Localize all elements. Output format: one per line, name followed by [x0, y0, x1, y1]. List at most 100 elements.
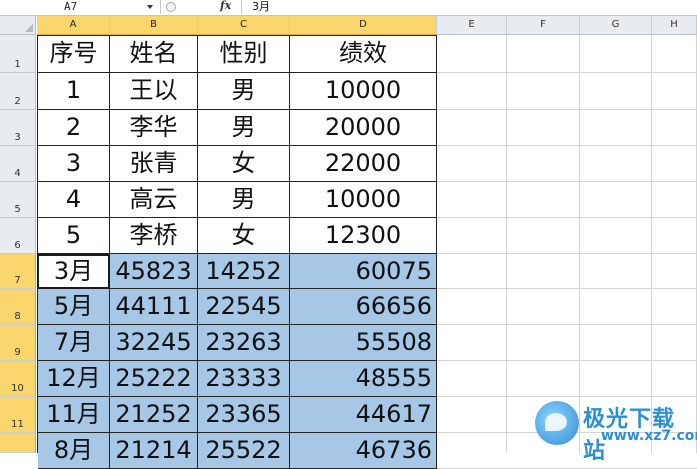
cell-a4[interactable]: 3 — [38, 146, 110, 182]
row-number: 11 — [11, 419, 24, 430]
cell-a2[interactable]: 1 — [38, 73, 110, 110]
row-number: 7 — [14, 275, 21, 286]
gridline — [437, 109, 697, 110]
cell-d5[interactable]: 10000 — [290, 182, 437, 218]
cell-d6[interactable]: 12300 — [290, 218, 437, 254]
column-header-e[interactable]: E — [437, 16, 507, 35]
cell-c2[interactable]: 男 — [198, 73, 290, 110]
row-header-12[interactable] — [0, 433, 36, 453]
gridline — [579, 35, 580, 453]
cell-c11[interactable]: 23365 — [198, 397, 290, 433]
cell-a10[interactable]: 12月 — [38, 361, 110, 397]
column-header-d[interactable]: D — [290, 16, 437, 35]
cell-c1[interactable]: 性别 — [198, 36, 290, 73]
row-number: 5 — [14, 204, 21, 215]
gridline — [437, 181, 697, 182]
row-number: 6 — [14, 240, 21, 251]
formula-bar: A7 fx 3月 — [0, 0, 697, 16]
name-box[interactable]: A7 — [0, 0, 161, 14]
row-number: 2 — [14, 96, 21, 107]
formula-bar-resize-handle[interactable] — [163, 0, 177, 13]
row-header-10[interactable]: 10 — [0, 361, 36, 397]
cell-c3[interactable]: 男 — [198, 110, 290, 146]
gridline — [506, 35, 507, 453]
column-header-b[interactable]: B — [110, 16, 198, 35]
column-header-a[interactable]: A — [37, 16, 110, 35]
cell-a9[interactable]: 7月 — [38, 325, 110, 361]
row-header-1[interactable]: 1 — [0, 35, 36, 73]
gridline — [651, 35, 652, 453]
row-number: 4 — [14, 168, 21, 179]
cell-a7[interactable]: 3月 — [38, 254, 110, 289]
cell-c10[interactable]: 23333 — [198, 361, 290, 397]
cell-a3[interactable]: 2 — [38, 110, 110, 146]
cell-b10[interactable]: 25222 — [110, 361, 198, 397]
cell-a5[interactable]: 4 — [38, 182, 110, 218]
row-header-6[interactable]: 6 — [0, 218, 36, 254]
cell-b7[interactable]: 45823 — [110, 254, 198, 289]
cell-c8[interactable]: 22545 — [198, 289, 290, 325]
cell-b11[interactable]: 21252 — [110, 397, 198, 433]
gridline — [437, 72, 697, 73]
gridline — [437, 253, 697, 254]
cell-a11[interactable]: 11月 — [38, 397, 110, 433]
column-header-g[interactable]: G — [580, 16, 652, 35]
row-header-11[interactable]: 11 — [0, 397, 36, 433]
name-box-value: A7 — [64, 0, 78, 13]
column-header-f[interactable]: F — [507, 16, 580, 35]
row-header-3[interactable]: 3 — [0, 110, 36, 146]
watermark-logo-icon — [535, 401, 579, 445]
column-header-h[interactable]: H — [652, 16, 697, 35]
cell-d1[interactable]: 绩效 — [290, 36, 437, 73]
row-number: 8 — [14, 311, 21, 322]
cell-c4[interactable]: 女 — [198, 146, 290, 182]
gridline — [437, 145, 697, 146]
row-number: 9 — [14, 347, 21, 358]
cell-b4[interactable]: 张青 — [110, 146, 198, 182]
cell-a1[interactable]: 序号 — [38, 36, 110, 73]
cell-a12[interactable]: 8月 — [38, 433, 110, 469]
cell-b12[interactable]: 21214 — [110, 433, 198, 469]
cell-d4[interactable]: 22000 — [290, 146, 437, 182]
chevron-down-icon[interactable] — [147, 5, 153, 9]
cell-c6[interactable]: 女 — [198, 218, 290, 254]
cell-d9[interactable]: 55508 — [290, 325, 437, 361]
cell-d10[interactable]: 48555 — [290, 361, 437, 397]
row-header-8[interactable]: 8 — [0, 289, 36, 325]
cell-d7[interactable]: 60075 — [290, 254, 437, 289]
cell-d2[interactable]: 10000 — [290, 73, 437, 110]
cell-b2[interactable]: 王以 — [110, 73, 198, 110]
cell-d3[interactable]: 20000 — [290, 110, 437, 146]
row-header-9[interactable]: 9 — [0, 325, 36, 361]
cell-b9[interactable]: 32245 — [110, 325, 198, 361]
cell-c7[interactable]: 14252 — [198, 254, 290, 289]
cell-b1[interactable]: 姓名 — [110, 36, 198, 73]
cell-b8[interactable]: 44111 — [110, 289, 198, 325]
cell-b6[interactable]: 李桥 — [110, 218, 198, 254]
select-all-button[interactable] — [0, 16, 36, 35]
cell-b5[interactable]: 高云 — [110, 182, 198, 218]
row-number: 1 — [14, 59, 21, 70]
cell-d11[interactable]: 44617 — [290, 397, 437, 433]
row-header-7[interactable]: 7 — [0, 254, 36, 289]
cell-c12[interactable]: 25522 — [198, 433, 290, 469]
row-header-4[interactable]: 4 — [0, 146, 36, 182]
cell-b3[interactable]: 李华 — [110, 110, 198, 146]
function-icon[interactable]: fx — [220, 0, 231, 12]
gridline — [437, 288, 697, 289]
cell-c9[interactable]: 23263 — [198, 325, 290, 361]
gridline — [437, 324, 697, 325]
row-header-2[interactable]: 2 — [0, 73, 36, 110]
formula-input[interactable]: 3月 — [252, 0, 270, 13]
cell-a6[interactable]: 5 — [38, 218, 110, 254]
row-header-5[interactable]: 5 — [0, 182, 36, 218]
row-number: 10 — [11, 383, 24, 394]
gridline — [437, 217, 697, 218]
cell-a8[interactable]: 5月 — [38, 289, 110, 325]
cell-c5[interactable]: 男 — [198, 182, 290, 218]
column-header-c[interactable]: C — [198, 16, 290, 35]
cell-d12[interactable]: 46736 — [290, 433, 437, 469]
watermark-url: www.xz7.com — [601, 428, 697, 444]
cell-d8[interactable]: 66656 — [290, 289, 437, 325]
gridline — [437, 360, 697, 361]
